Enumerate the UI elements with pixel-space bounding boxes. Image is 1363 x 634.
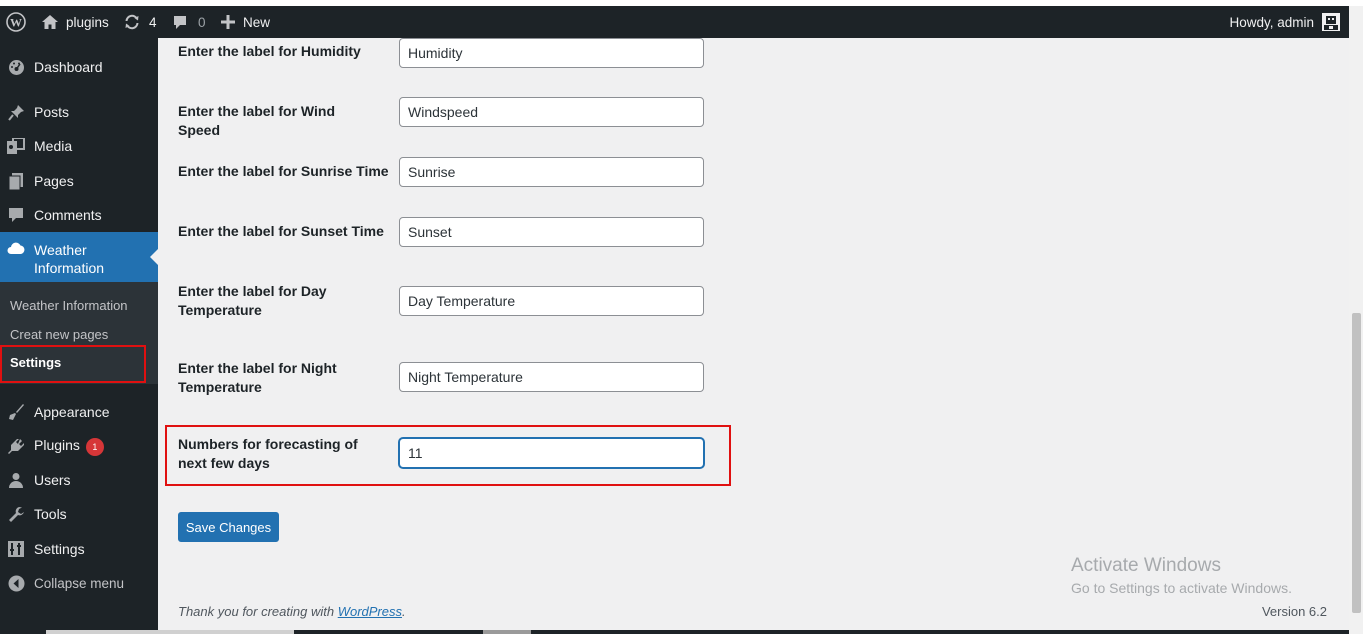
my-account-link[interactable]: Howdy, admin [1229,6,1340,38]
sidebar-item-label: Weather Information [34,241,104,277]
watermark-subtitle: Go to Settings to activate Windows. [1071,580,1292,596]
sidebar-item-users[interactable]: Users [0,463,158,497]
submenu-item-weather-information[interactable]: Weather Information [10,298,128,313]
activate-windows-watermark: Activate Windows Go to Settings to activ… [1071,554,1292,598]
sidebar-item-label: Posts [34,104,70,120]
sidebar-item-tools[interactable]: Tools [0,497,158,531]
weather-label-line2: Information [34,260,105,276]
comments-link[interactable]: 0 [172,6,206,38]
wind-speed-label-input[interactable]: Windspeed [399,97,704,127]
taskbar-segment [46,630,294,634]
sidebar-item-appearance[interactable]: Appearance [0,395,158,429]
day-temperature-label: Enter the label for Day Temperature [178,283,327,318]
sidebar-item-label: Settings [34,541,85,557]
paintbrush-icon [7,403,25,421]
night-temperature-label: Enter the label for Night Temperature [178,360,337,395]
sidebar-item-label: Comments [34,207,102,223]
humidity-label: Enter the label for Humidity [178,43,361,59]
settings-page-content: Enter the label for Humidity Humidity En… [158,38,1349,634]
home-icon [41,14,59,30]
admin-bar: W plugins 4 0 New Howdy, admin [0,6,1349,38]
page-scrollbar[interactable] [1349,6,1363,634]
scrollbar-thumb[interactable] [1352,313,1361,613]
sunset-time-label-input[interactable]: Sunset [399,217,704,247]
wind-speed-label: Enter the label for Wind Speed [178,103,335,138]
save-changes-button[interactable]: Save Changes [178,512,279,542]
user-icon [7,471,25,489]
taskbar-segment [483,630,531,634]
submenu-item-create-pages[interactable]: Creat new pages [10,327,108,342]
sidebar-item-media[interactable]: Media [0,129,158,163]
sidebar-item-label: Pages [34,173,74,189]
current-menu-arrow [150,249,158,265]
sidebar-item-plugins[interactable]: Plugins 1 [0,429,158,463]
footer-thanks-period: . [402,604,406,619]
forecast-days-input[interactable]: 11 [399,438,704,468]
sunrise-time-label: Enter the label for Sunrise Time [178,163,389,179]
comments-count: 0 [198,14,206,30]
collapse-icon [7,574,25,592]
sidebar-item-comments[interactable]: Comments [0,198,158,232]
collapse-menu-button[interactable]: Collapse menu [0,566,158,600]
version-text: Version 6.2 [1261,604,1327,619]
wordpress-logo-icon[interactable]: W [6,6,26,38]
taskbar-strip [0,630,1349,634]
pages-icon [7,172,25,190]
weather-label-line1: Weather [34,242,87,258]
sunrise-time-label-input[interactable]: Sunrise [399,157,704,187]
greeting: Howdy, admin [1229,14,1314,30]
plugin-icon [7,437,25,455]
new-content-link[interactable]: New [221,6,270,38]
sidebar-item-label: Tools [34,506,67,522]
updates-link[interactable]: 4 [123,6,157,38]
site-name-link[interactable]: plugins [41,6,109,38]
sidebar-item-settings[interactable]: Settings [0,532,158,566]
wordpress-link[interactable]: WordPress [338,604,402,619]
pushpin-icon [7,103,25,121]
avatar [1322,13,1340,31]
footer-thanks-text: Thank you for creating with [178,604,338,619]
media-icon [7,137,25,155]
footer-thanks: Thank you for creating with WordPress. [178,604,406,619]
humidity-label-input[interactable]: Humidity [399,38,704,68]
updates-count: 4 [149,14,157,30]
new-label: New [243,14,271,30]
sunset-time-label: Enter the label for Sunset Time [178,223,384,239]
settings-highlight-box [0,345,146,383]
sidebar-item-label: Plugins 1 [34,437,104,456]
updates-icon [123,13,141,31]
plus-icon [221,15,235,29]
sidebar-item-label: Users [34,472,71,488]
admin-sidebar: Dashboard Posts Media Pages Comments Wea… [0,38,158,634]
forecast-days-label: Numbers for forecasting of next few days [178,436,358,471]
comment-bubble-icon [172,14,188,30]
sidebar-item-weather-information[interactable]: Weather Information [0,232,158,282]
sidebar-item-pages[interactable]: Pages [0,164,158,198]
svg-text:W: W [10,16,22,30]
watermark-title: Activate Windows [1071,555,1221,576]
cloud-icon [7,241,25,258]
wrench-icon [7,505,25,523]
sidebar-item-label: Media [34,138,73,154]
sidebar-item-label: Collapse menu [34,575,125,591]
dashboard-icon [7,58,25,76]
plugins-label: Plugins [34,436,80,453]
plugins-update-badge: 1 [85,437,104,456]
night-temperature-label-input[interactable]: Night Temperature [399,362,704,392]
sidebar-item-label: Dashboard [34,59,103,75]
sidebar-item-label: Appearance [34,404,110,420]
sidebar-item-posts[interactable]: Posts [0,95,158,129]
site-name: plugins [66,14,109,30]
day-temperature-label-input[interactable]: Day Temperature [399,286,704,316]
sidebar-item-dashboard[interactable]: Dashboard [0,50,158,84]
comment-icon [7,206,25,224]
settings-icon [7,540,25,558]
